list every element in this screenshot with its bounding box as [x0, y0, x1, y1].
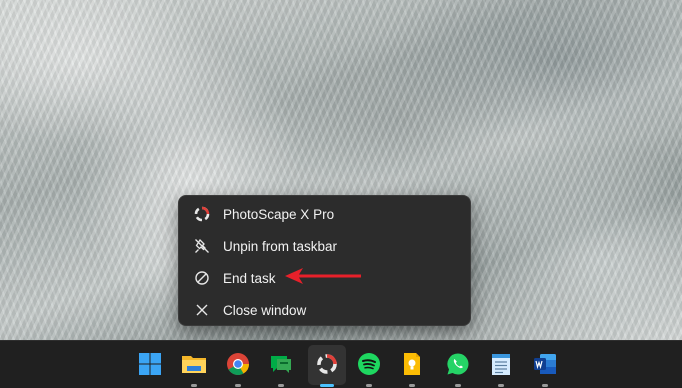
file-explorer-indicator	[191, 384, 197, 387]
close-window-label: Close window	[223, 302, 307, 318]
whatsapp-icon[interactable]	[444, 350, 472, 378]
red-arrow-annotation	[285, 268, 361, 284]
keep-icon[interactable]	[398, 350, 426, 378]
keep-indicator	[409, 384, 415, 387]
spotify-indicator	[366, 384, 372, 387]
photoscape-active-indicator	[320, 384, 334, 387]
end-task-label: End task	[223, 270, 276, 286]
menu-item-unpin-from-taskbar[interactable]: Unpin from taskbar	[179, 230, 470, 262]
unpin-icon	[193, 237, 211, 255]
taskbar	[0, 340, 682, 388]
whatsapp-indicator	[455, 384, 461, 387]
taskbar-context-menu: PhotoScape X Pro Unpin from taskbar End …	[178, 195, 471, 326]
notepad-indicator	[498, 384, 504, 387]
notepad-icon[interactable]	[487, 350, 515, 378]
chrome-icon[interactable]	[224, 350, 252, 378]
menu-item-close-window[interactable]: Close window	[179, 294, 470, 326]
spotify-icon[interactable]	[355, 350, 383, 378]
photoscape-taskbar-icon[interactable]	[313, 350, 341, 378]
file-explorer-icon[interactable]	[180, 350, 208, 378]
google-chat-icon[interactable]	[267, 350, 295, 378]
chrome-indicator	[235, 384, 241, 387]
end-task-icon	[193, 269, 211, 287]
google-chat-indicator	[278, 384, 284, 387]
word-icon[interactable]	[531, 350, 559, 378]
unpin-label: Unpin from taskbar	[223, 238, 338, 254]
windows-start-icon[interactable]	[136, 350, 164, 378]
menu-item-app-title[interactable]: PhotoScape X Pro	[179, 198, 470, 230]
close-icon	[193, 301, 211, 319]
word-indicator	[542, 384, 548, 387]
photoscape-icon	[193, 205, 211, 223]
app-title-label: PhotoScape X Pro	[223, 206, 335, 222]
